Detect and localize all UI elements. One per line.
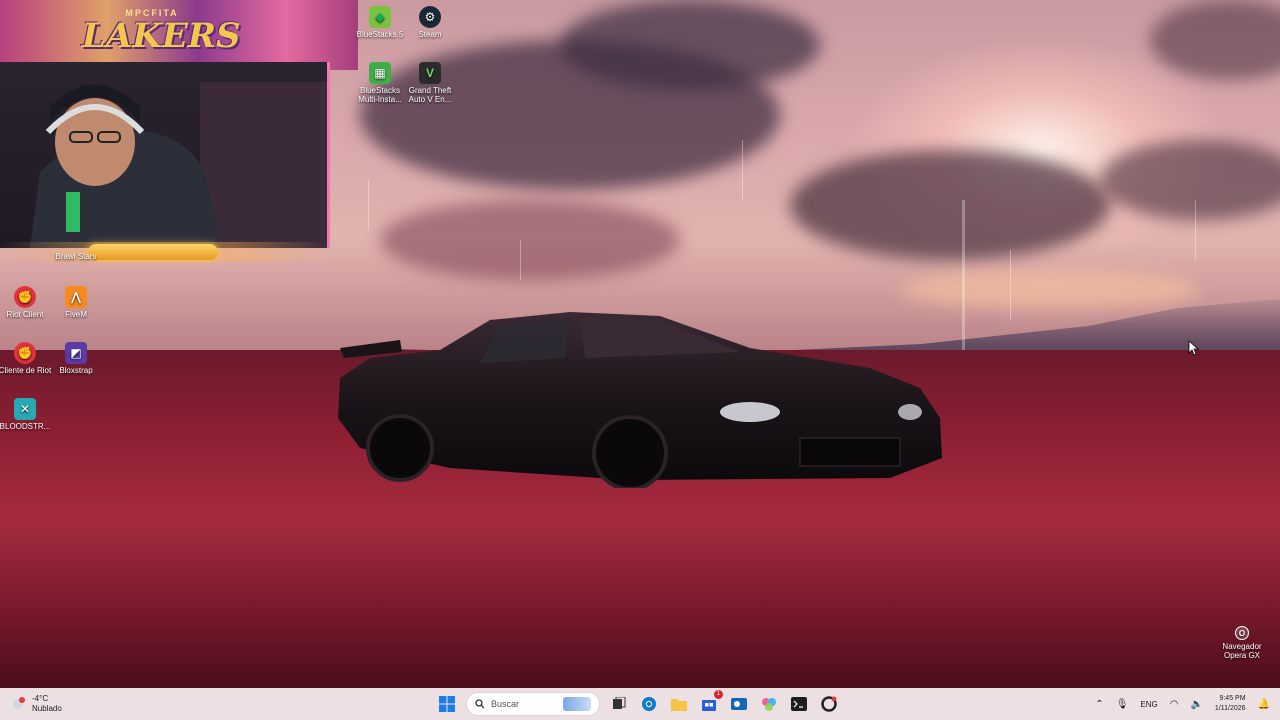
wifi-icon[interactable]: ◠ <box>1170 699 1179 710</box>
desktop-icon-label: Cliente de Riot <box>0 366 52 375</box>
webcam-video <box>0 62 330 248</box>
search-icon <box>475 699 485 709</box>
desktop-icon-label: Steam <box>418 30 442 39</box>
taskbar-app-chrome[interactable] <box>638 693 660 715</box>
copilot-icon <box>762 698 776 711</box>
weather-widget[interactable]: -4°C Nublado <box>10 692 62 716</box>
desktop-icon-label: BlueStacks Multi-Insta... <box>358 86 402 104</box>
notification-badge: 1 <box>714 690 723 699</box>
rain-streak <box>962 200 965 350</box>
desktop-icon-bluestacks[interactable]: ◆ BlueStacks 5 <box>352 6 408 39</box>
taskbar-search[interactable]: Buscar <box>466 692 600 716</box>
riot-icon: ✊ <box>14 342 36 364</box>
wallpaper-cloud <box>900 270 1200 310</box>
language-indicator[interactable]: ENG <box>1140 700 1157 709</box>
bluestacks-icon: ◆ <box>369 6 391 28</box>
desktop-icon-steam[interactable]: ⚙ Steam <box>402 6 458 39</box>
desktop-icon-opera-gx[interactable]: O Navegador Opera GX <box>1214 626 1270 660</box>
desktop-icon-label: Navegador Opera GX <box>1222 642 1262 660</box>
desktop-icon-fivem[interactable]: ⋀ FiveM <box>48 286 104 319</box>
taskbar: -4°C Nublado Buscar 1 ⌃ 🎙 ENG ◠ 🔈 9:45 P… <box>0 688 1280 720</box>
rain-streak <box>520 240 521 280</box>
chrome-icon <box>642 697 656 711</box>
gta-icon: V <box>419 62 441 84</box>
desktop-icon-label: Grand Theft Auto V En... <box>408 86 452 104</box>
fivem-icon: ⋀ <box>65 286 87 308</box>
taskbar-app-copilot[interactable] <box>758 693 780 715</box>
clock-date: 1/11/2026 <box>1214 705 1246 712</box>
microphone-icon[interactable]: 🎙 <box>1116 699 1129 710</box>
webcam-name-bar <box>88 244 218 260</box>
taskbar-app-outlook[interactable] <box>728 693 750 715</box>
desktop-icon-bluestacks-multi[interactable]: ▦ BlueStacks Multi-Insta... <box>352 62 408 104</box>
mouse-cursor-icon <box>1188 340 1200 356</box>
store-icon <box>702 700 716 711</box>
riot-icon: ✊ <box>14 286 36 308</box>
task-view-button[interactable] <box>608 693 630 715</box>
webcam-overlay: MPCFITA LAKERS <box>0 0 358 262</box>
chevron-up-icon[interactable]: ⌃ <box>1095 699 1103 710</box>
taskbar-center: Buscar 1 <box>436 688 840 720</box>
weather-icon <box>13 697 25 709</box>
wallpaper-car <box>338 312 942 488</box>
desktop-icon-label: BlueStacks 5 <box>356 30 404 39</box>
bluestacks-multi-icon: ▦ <box>369 62 391 84</box>
clock[interactable]: 9:45 PM 1/11/2026 <box>1215 694 1246 714</box>
search-placeholder: Buscar <box>491 699 520 709</box>
taskbar-app-store[interactable]: 1 <box>698 690 723 715</box>
clock-time: 9:45 PM <box>1219 695 1246 702</box>
folder-icon <box>671 699 687 711</box>
desktop-icon-cliente-riot[interactable]: ✊ Cliente de Riot <box>0 342 53 375</box>
lakers-logo: MPCFITA LAKERS <box>82 8 241 64</box>
wallpaper-cloud <box>560 0 820 90</box>
desktop-icon-label: BLOODSTR... <box>0 422 51 431</box>
desktop-icon-bloodstrike[interactable]: ✕ BLOODSTR... <box>0 398 53 431</box>
weather-temp: -4°C <box>32 694 49 703</box>
start-button[interactable] <box>436 693 458 715</box>
rain-streak <box>1010 250 1011 320</box>
desktop-icon-label: Bloxstrap <box>59 366 93 375</box>
taskbar-app-terminal[interactable] <box>788 693 810 715</box>
desktop-icon-gta[interactable]: V Grand Theft Auto V En... <box>402 62 458 104</box>
wallpaper-cloud <box>790 150 1110 260</box>
rain-streak <box>1195 200 1196 260</box>
desktop-icon-label: Riot Client <box>6 310 44 319</box>
rain-streak <box>368 180 369 230</box>
opera-gx-icon: O <box>1235 626 1249 640</box>
bloxstrap-icon: ◩ <box>65 342 87 364</box>
search-highlight-icon <box>563 697 591 711</box>
opera-gx-icon <box>821 696 837 712</box>
weather-desc: Nublado <box>32 704 62 713</box>
desktop-icon-label: FiveM <box>65 310 87 319</box>
taskbar-app-opera-gx[interactable] <box>818 693 840 715</box>
desktop-icon-brawl-stars[interactable]: Brawl Stars <box>48 252 104 261</box>
rain-streak <box>742 140 743 200</box>
windows-icon <box>439 696 455 712</box>
streamer-figure <box>30 82 327 248</box>
bloodstrike-icon: ✕ <box>14 398 36 420</box>
mail-icon <box>731 698 747 710</box>
desktop-icon-riot-client[interactable]: ✊ Riot Client <box>0 286 53 319</box>
logo-main-text: LAKERS <box>82 16 241 56</box>
desktop-icon-label: Brawl Stars <box>55 252 97 261</box>
notification-bell-icon[interactable]: 🔔 <box>1258 699 1270 710</box>
desktop-icon-bloxstrap[interactable]: ◩ Bloxstrap <box>48 342 104 375</box>
task-view-icon <box>613 697 626 709</box>
terminal-icon <box>791 697 807 711</box>
volume-icon[interactable]: 🔈 <box>1190 699 1202 710</box>
system-tray: ⌃ 🎙 ENG ◠ 🔈 9:45 PM 1/11/2026 🔔 <box>1095 688 1270 720</box>
wallpaper-cloud <box>380 200 680 280</box>
steam-icon: ⚙ <box>419 6 441 28</box>
taskbar-app-file-explorer[interactable] <box>668 693 690 715</box>
